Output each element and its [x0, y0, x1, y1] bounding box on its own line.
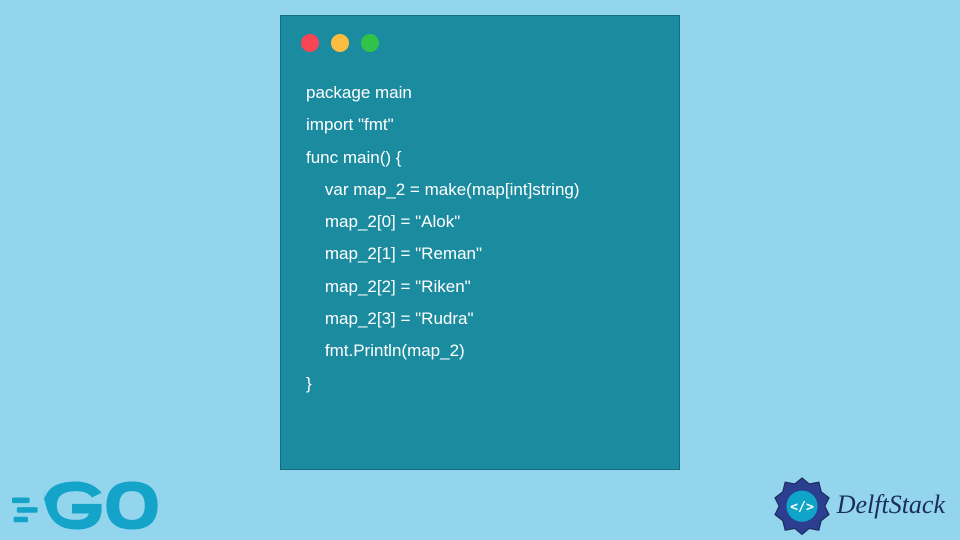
- code-line: import "fmt": [306, 109, 654, 141]
- code-line: func main() {: [306, 142, 654, 174]
- code-line: }: [306, 368, 654, 400]
- code-line: map_2[3] = "Rudra": [306, 303, 654, 335]
- code-content: package main import "fmt" func main() { …: [281, 62, 679, 415]
- code-line: map_2[0] = "Alok": [306, 206, 654, 238]
- code-window: package main import "fmt" func main() { …: [280, 15, 680, 470]
- go-logo-icon: [12, 473, 172, 538]
- code-line: map_2[2] = "Riken": [306, 271, 654, 303]
- close-dot-icon: [301, 34, 319, 52]
- go-logo: [12, 473, 172, 538]
- code-line: package main: [306, 77, 654, 109]
- minimize-dot-icon: [331, 34, 349, 52]
- delftstack-logo: </> DelftStack: [772, 475, 945, 535]
- delftstack-badge-icon: </>: [772, 475, 832, 535]
- code-line: map_2[1] = "Reman": [306, 238, 654, 270]
- delftstack-text: DelftStack: [837, 490, 945, 520]
- maximize-dot-icon: [361, 34, 379, 52]
- code-line: fmt.Println(map_2): [306, 335, 654, 367]
- code-line: var map_2 = make(map[int]string): [306, 174, 654, 206]
- svg-text:</>: </>: [790, 500, 814, 515]
- window-controls: [281, 16, 679, 62]
